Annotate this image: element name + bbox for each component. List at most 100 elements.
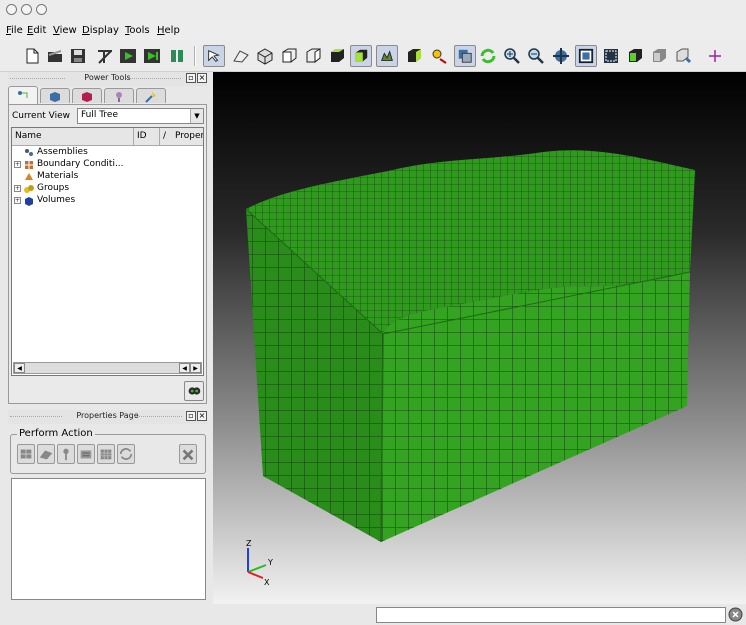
pan-icon[interactable] — [552, 47, 570, 65]
mesh-model: Z Y X — [245, 150, 695, 587]
model-tree[interactable]: Name ID / Proper Assemblies + Boundary C… — [11, 127, 204, 376]
surface-action-button[interactable] — [37, 444, 55, 464]
transparent-icon[interactable] — [650, 47, 668, 65]
window-maximize-button[interactable] — [36, 4, 47, 15]
perform-action-label: Perform Action — [17, 428, 95, 439]
grip-dots — [126, 78, 181, 80]
window-close-button[interactable] — [6, 4, 17, 15]
view-bottom-icon[interactable] — [350, 45, 372, 67]
axis-icon[interactable] — [706, 47, 724, 65]
tab-mesh[interactable] — [40, 88, 70, 103]
tree-item-groups[interactable]: + Groups — [12, 183, 203, 195]
view-top-icon[interactable] — [328, 47, 346, 65]
boundary-conditions-icon — [24, 160, 34, 170]
grip-dots — [134, 416, 182, 418]
tab-geometry[interactable] — [8, 86, 38, 104]
probe-icon[interactable] — [232, 47, 250, 65]
axis-triad: Z Y X — [246, 539, 273, 587]
wireframe-icon[interactable] — [575, 45, 597, 67]
cancel-action-button[interactable] — [179, 444, 197, 464]
expand-icon[interactable]: + — [14, 161, 21, 168]
properties-content — [11, 478, 206, 600]
scroll-left-icon[interactable]: ◀ — [179, 363, 190, 373]
play-script-icon[interactable] — [119, 47, 137, 65]
find-button[interactable] — [184, 381, 204, 401]
command-line-input[interactable] — [376, 607, 726, 623]
view-front-icon[interactable] — [280, 47, 298, 65]
new-file-icon[interactable] — [23, 47, 41, 65]
view-side-icon[interactable] — [304, 47, 322, 65]
assemblies-icon — [24, 148, 34, 158]
close-panel-button[interactable]: × — [197, 73, 207, 83]
tab-model[interactable] — [72, 88, 102, 103]
measure-action-button[interactable] — [77, 444, 95, 464]
float-panel-button[interactable]: ▫ — [186, 73, 196, 83]
close-panel-button[interactable]: × — [197, 411, 207, 421]
horizontal-scrollbar[interactable]: ◀ ◀ ▶ — [13, 362, 202, 374]
float-panel-button[interactable]: ▫ — [186, 411, 196, 421]
record-icon[interactable] — [143, 47, 161, 65]
tree-item-volumes[interactable]: + Volumes — [12, 195, 203, 207]
mesh-action-button[interactable] — [17, 444, 35, 464]
menu-edit[interactable]: Edit — [27, 25, 46, 36]
column-name[interactable]: Name — [12, 128, 134, 146]
menu-view[interactable]: View — [53, 25, 77, 36]
cube-icon[interactable] — [674, 47, 692, 65]
column-property[interactable]: Proper — [172, 128, 203, 146]
properties-page-titlebar: Properties Page ▫ × — [8, 410, 207, 424]
axis-y-label: Y — [267, 558, 273, 567]
save-icon[interactable] — [69, 47, 87, 65]
hidden-line-icon[interactable] — [602, 47, 620, 65]
tree-item-label: Volumes — [37, 195, 76, 205]
menu-bar: File Edit View Display Tools Help — [0, 22, 746, 40]
smooth-shade-icon[interactable] — [626, 47, 644, 65]
probe-action-button[interactable] — [57, 444, 75, 464]
tab-analysis[interactable] — [136, 88, 166, 103]
window-minimize-button[interactable] — [21, 4, 32, 15]
tree-item-label: Assemblies — [37, 147, 88, 157]
expand-icon[interactable]: + — [14, 185, 21, 192]
main-toolbar — [0, 40, 746, 72]
power-tools-tabs — [8, 86, 204, 104]
column-id[interactable]: ID — [134, 128, 160, 146]
grid-action-button[interactable] — [97, 444, 115, 464]
scroll-right-icon[interactable]: ▶ — [190, 363, 201, 373]
axis-z-label: Z — [246, 539, 252, 548]
chevron-down-icon: ▼ — [190, 109, 203, 123]
tree-item-materials[interactable]: Materials — [12, 171, 203, 183]
menu-display[interactable]: Display — [82, 25, 119, 36]
stop-icon[interactable] — [728, 607, 743, 622]
groups-icon — [24, 184, 34, 194]
scroll-left-icon[interactable]: ◀ — [14, 363, 25, 373]
view-iso-icon[interactable] — [256, 47, 274, 65]
zoom-out-icon[interactable] — [527, 47, 545, 65]
window-titlebar — [0, 0, 746, 22]
materials-icon — [24, 172, 34, 182]
current-view-value: Full Tree — [81, 110, 119, 120]
zoom-in-icon[interactable] — [503, 47, 521, 65]
pause-icon[interactable] — [168, 47, 186, 65]
perspective-icon[interactable] — [405, 47, 423, 65]
menu-help[interactable]: Help — [157, 25, 180, 36]
select-pointer-icon[interactable] — [203, 45, 225, 67]
open-file-icon[interactable] — [46, 47, 64, 65]
current-view-dropdown[interactable]: Full Tree ▼ — [77, 108, 204, 124]
menu-file[interactable]: File — [6, 25, 23, 36]
volumes-icon — [24, 196, 34, 206]
toolbar-separator — [194, 46, 196, 66]
power-tools-titlebar: Power Tools ▫ × — [8, 72, 207, 86]
refresh-action-button[interactable] — [117, 444, 135, 464]
graphics-viewport[interactable]: Z Y X — [213, 72, 746, 604]
tab-boundary[interactable] — [104, 88, 134, 103]
expand-icon[interactable]: + — [14, 197, 21, 204]
fit-view-icon[interactable] — [376, 45, 398, 67]
tree-item-boundary-conditions[interactable]: + Boundary Conditi... — [12, 159, 203, 171]
menu-tools[interactable]: Tools — [125, 25, 150, 36]
cut-icon[interactable] — [96, 47, 114, 65]
tree-item-assemblies[interactable]: Assemblies — [12, 147, 203, 159]
clipping-icon[interactable] — [454, 45, 476, 67]
lights-icon[interactable] — [431, 47, 449, 65]
tree-item-label: Materials — [37, 171, 79, 181]
perform-action-group: Perform Action — [10, 428, 206, 474]
rotate-icon[interactable] — [479, 47, 497, 65]
